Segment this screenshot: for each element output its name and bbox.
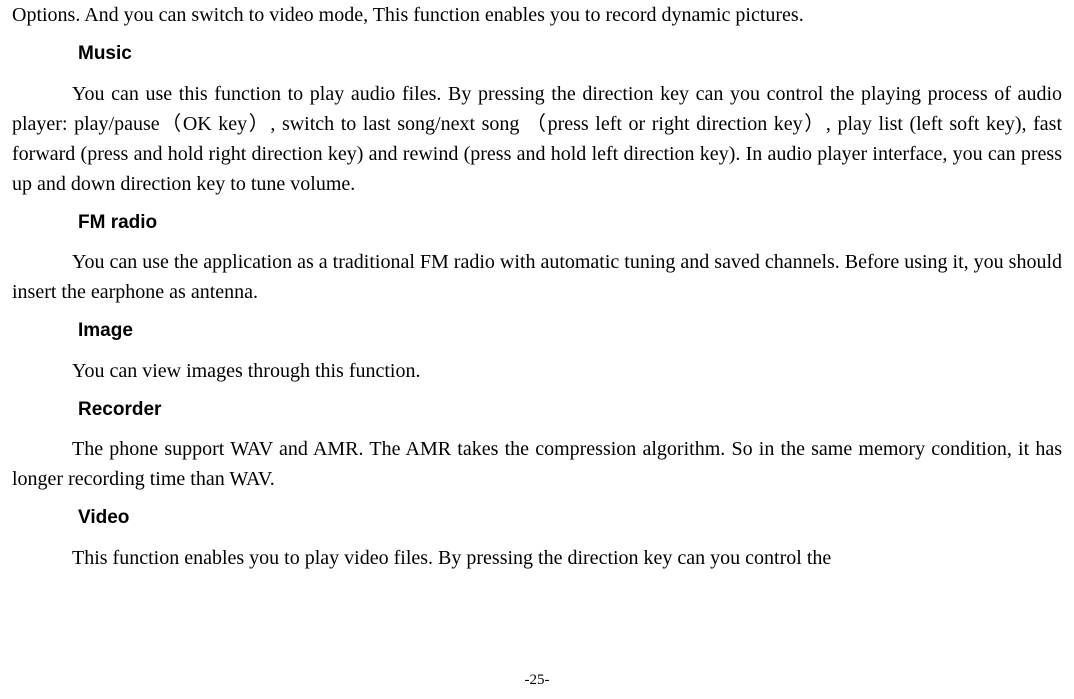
image-paragraph: You can view images through this functio… [12, 356, 1062, 386]
intro-paragraph: Options. And you can switch to video mod… [12, 0, 1062, 30]
page-number: -25- [0, 669, 1074, 692]
recorder-paragraph: The phone support WAV and AMR. The AMR t… [12, 434, 1062, 494]
heading-music: Music [78, 40, 1062, 69]
heading-fm-radio: FM radio [78, 209, 1062, 238]
heading-recorder: Recorder [78, 396, 1062, 425]
heading-video: Video [78, 504, 1062, 533]
heading-image: Image [78, 317, 1062, 346]
music-paragraph: You can use this function to play audio … [12, 79, 1062, 199]
fm-radio-paragraph: You can use the application as a traditi… [12, 247, 1062, 307]
video-paragraph: This function enables you to play video … [12, 543, 1062, 573]
